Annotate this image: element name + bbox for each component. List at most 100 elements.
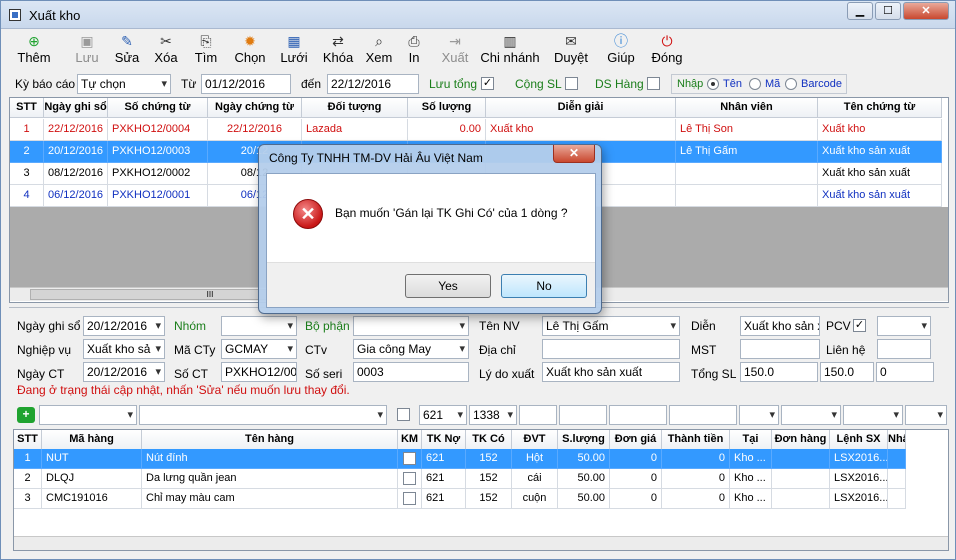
tong-3-field[interactable]: 0 [876, 362, 934, 382]
dialog-close-button[interactable]: ✕ [553, 145, 595, 163]
detail-hscrollbar[interactable] [14, 536, 948, 550]
toolbar-plus-button[interactable]: ⊕ Thêm [9, 31, 59, 71]
toolbar-export-button[interactable]: ⇥ Xuất [435, 31, 475, 71]
tong-sl2-field[interactable]: 150.0 [820, 362, 874, 382]
master-header-8[interactable]: Tên chứng từ [818, 98, 942, 118]
radio-ten[interactable] [707, 78, 719, 90]
close-button[interactable]: ✕ [903, 2, 949, 20]
detail-filter-4[interactable] [559, 405, 607, 425]
detail-header-8[interactable]: Đơn giá [610, 430, 662, 450]
den-date-field[interactable]: 22/12/2016 [327, 74, 419, 94]
cong-sl-checkbox[interactable] [565, 77, 578, 90]
detail-filter-8[interactable] [781, 405, 841, 425]
so-seri-label: Số seri [305, 367, 343, 381]
add-detail-icon[interactable]: + [17, 407, 35, 423]
ctv-select[interactable]: Gia công May [353, 339, 469, 359]
detail-km-checkbox[interactable] [403, 452, 416, 465]
pcv-select[interactable] [877, 316, 931, 336]
toolbar-approve-button[interactable]: ✉ Duyệt [549, 31, 593, 71]
detail-tk2-select[interactable]: 1338 [469, 405, 517, 425]
master-cell-dien_giai: Xuất kho [486, 119, 676, 141]
so-ct-field[interactable]: PXKHO12/000 [221, 362, 297, 382]
toolbar-view-button[interactable]: ⌕ Xem [361, 31, 397, 71]
detail-km-checkbox[interactable] [397, 408, 410, 421]
detail-row[interactable]: 1 NUT Nút đính 621 152 Hột 50.00 0 0 Kho ... LSX20… [14, 449, 948, 469]
master-header-2[interactable]: Số chứng từ [108, 98, 208, 118]
radio-barcode[interactable] [785, 78, 797, 90]
dien-field[interactable]: Xuất kho sản xi [740, 316, 820, 336]
master-header-7[interactable]: Nhân viên [676, 98, 818, 118]
ky-bao-cao-select[interactable]: Tự chọn [77, 74, 171, 94]
toolbar-delete-button[interactable]: ✂ Xóa [147, 31, 185, 71]
no-button[interactable]: No [501, 274, 587, 298]
detail-row[interactable]: 3 CMC191016 Chỉ may màu cam 621 152 cuộn 50.00… [14, 489, 948, 509]
ds-hang-checkbox[interactable] [647, 77, 660, 90]
master-header-5[interactable]: Số lượng [408, 98, 486, 118]
detail-header-13[interactable]: Nhân [888, 430, 906, 450]
detail-header-2[interactable]: Tên hàng [142, 430, 398, 450]
minimize-button[interactable]: ▁ [847, 2, 873, 20]
toolbar-lock-button[interactable]: ⇄ Khóa [317, 31, 359, 71]
detail-filter-10[interactable] [905, 405, 947, 425]
nhom-select[interactable] [221, 316, 297, 336]
ma-cty-select[interactable]: GCMAY [221, 339, 297, 359]
detail-header-1[interactable]: Mã hàng [42, 430, 142, 450]
mst-field[interactable] [740, 339, 820, 359]
toolbar-grid-button[interactable]: ▦ Lưới [273, 31, 315, 71]
tong-sl-field[interactable]: 150.0 [740, 362, 818, 382]
toolbar-edit-button[interactable]: ✎ Sửa [109, 31, 145, 71]
nghiep-vu-select[interactable]: Xuất kho sả [83, 339, 165, 359]
master-header-3[interactable]: Ngày chứng từ [208, 98, 302, 118]
detail-filter-7[interactable] [739, 405, 779, 425]
detail-header-6[interactable]: ĐVT [512, 430, 558, 450]
luu-tong-checkbox[interactable]: ✓ [481, 77, 494, 90]
detail-header-12[interactable]: Lệnh SX [830, 430, 888, 450]
toolbar-save-button[interactable]: ▣ Lưu [67, 31, 107, 71]
ten-nv-select[interactable]: Lê Thị Gấm [542, 316, 680, 336]
dia-chi-field[interactable] [542, 339, 680, 359]
detail-header-10[interactable]: Tại [730, 430, 772, 450]
toolbar-power-button[interactable]: ⏻ Đóng [647, 31, 687, 71]
yes-button[interactable]: Yes [405, 274, 491, 298]
master-header-6[interactable]: Diễn giải [486, 98, 676, 118]
detail-tk1-select[interactable]: 621 [419, 405, 467, 425]
master-header-1[interactable]: Ngày ghi sổ [44, 98, 108, 118]
detail-header-0[interactable]: STT [14, 430, 42, 450]
ngay-ct-field[interactable]: 20/12/2016 [83, 362, 165, 382]
toolbar-choose-button[interactable]: ✹ Chọn [229, 31, 271, 71]
ly-do-field[interactable]: Xuất kho sản xuất [542, 362, 680, 382]
detail-header-7[interactable]: S.lượng [558, 430, 610, 450]
toolbar-label: Giúp [607, 50, 635, 65]
detail-filter-6[interactable] [669, 405, 737, 425]
detail-header-5[interactable]: TK Có [466, 430, 512, 450]
detail-header-4[interactable]: TK Nợ [422, 430, 466, 450]
detail-row[interactable]: 2 DLQJ Da lưng quần jean 621 152 cái 50.00 0 0 Kh… [14, 469, 948, 489]
detail-filter-5[interactable] [609, 405, 667, 425]
maximize-button[interactable]: ☐ [875, 2, 901, 20]
toolbar-help-button[interactable]: ⓘ Giúp [601, 31, 641, 71]
detail-cell-dh [772, 449, 830, 469]
pcv-checkbox[interactable]: ✓ [853, 319, 866, 332]
radio-ma[interactable] [749, 78, 761, 90]
toolbar-find-button[interactable]: ⎘ Tìm [187, 31, 225, 71]
detail-header-3[interactable]: KM [398, 430, 422, 450]
detail-filter-3[interactable] [519, 405, 557, 425]
detail-filter-2[interactable] [139, 405, 387, 425]
detail-filter-9[interactable] [843, 405, 903, 425]
detail-header-11[interactable]: Đơn hàng [772, 430, 830, 450]
toolbar-branch-button[interactable]: ▥ Chi nhánh [479, 31, 541, 71]
so-seri-field[interactable]: 0003 [353, 362, 469, 382]
master-header-0[interactable]: STT [10, 98, 44, 118]
tu-date-field[interactable]: 01/12/2016 [201, 74, 291, 94]
detail-km-checkbox[interactable] [403, 472, 416, 485]
detail-cell-ten: Da lưng quần jean [142, 469, 398, 489]
detail-filter-1[interactable] [39, 405, 137, 425]
detail-header-9[interactable]: Thành tiền [662, 430, 730, 450]
detail-km-checkbox[interactable] [403, 492, 416, 505]
master-header-4[interactable]: Đối tượng [302, 98, 408, 118]
ngay-ghi-so-field[interactable]: 20/12/2016 [83, 316, 165, 336]
bo-phan-select[interactable] [353, 316, 469, 336]
toolbar-print-button[interactable]: ⎙ In [401, 31, 427, 71]
lien-he-field[interactable] [877, 339, 931, 359]
master-row[interactable]: 1 22/12/2016 PXKHO12/0004 22/12/2016 Lazada 0… [10, 119, 948, 141]
